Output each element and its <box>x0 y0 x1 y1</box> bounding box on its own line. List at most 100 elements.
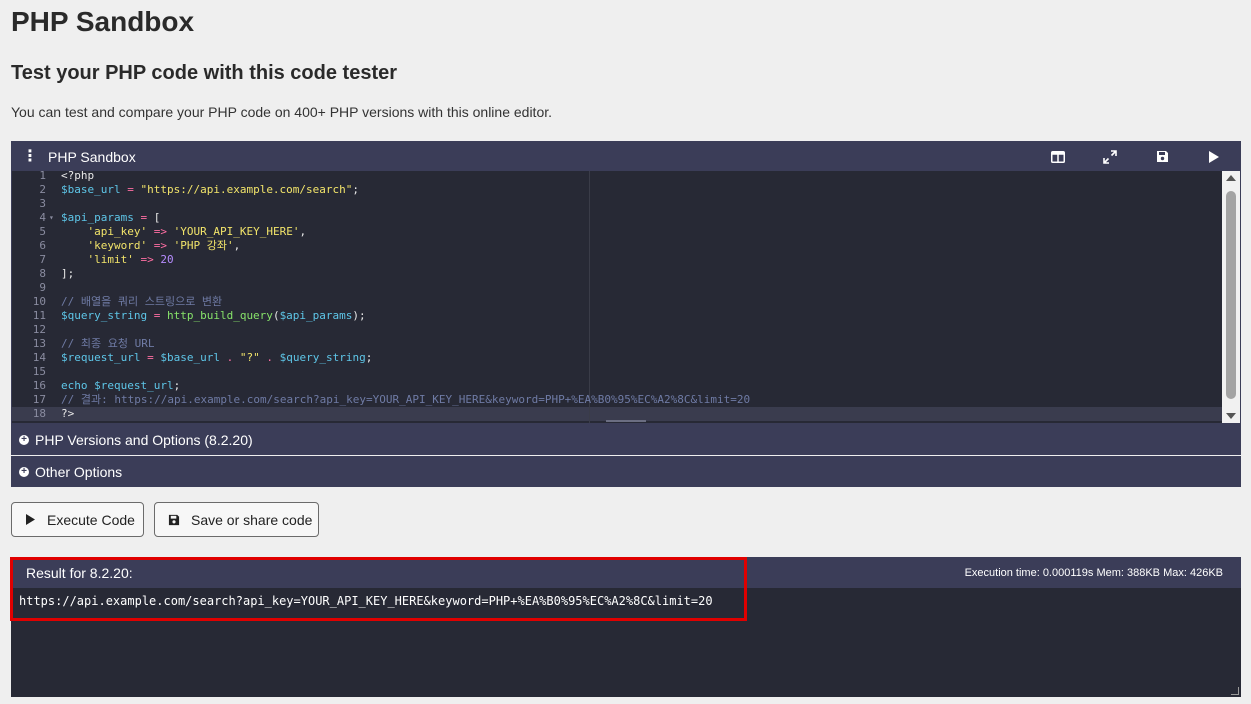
code-token: = <box>140 351 161 364</box>
intro-text: You can test and compare your PHP code o… <box>11 104 553 120</box>
line-number: 12 <box>32 323 46 336</box>
code-token: 'keyword' <box>87 239 148 252</box>
code-line: ]; <box>61 267 74 281</box>
code-line: // 결과: https://api.example.com/search?ap… <box>61 393 750 407</box>
line-number: 14 <box>32 351 46 364</box>
plus-circle-icon: + <box>19 466 29 477</box>
code-line: echo $request_url; <box>61 379 180 393</box>
code-token: => <box>147 239 174 252</box>
code-token: $base_url <box>61 183 121 196</box>
line-number: 11 <box>32 309 46 322</box>
code-token: ; <box>352 183 360 196</box>
code-token: 'YOUR_API_KEY_HERE' <box>173 225 300 238</box>
code-line: // 배열을 쿼리 스트링으로 변환 <box>61 295 222 309</box>
save-share-button[interactable]: Save or share code <box>154 502 319 537</box>
code-token: 'limit' <box>87 253 134 266</box>
code-line: 'api_key' => 'YOUR_API_KEY_HERE', <box>61 225 307 239</box>
code-token: ; <box>173 379 181 392</box>
line-number: 16 <box>32 379 46 392</box>
execute-code-button[interactable]: Execute Code <box>11 502 144 537</box>
code-token: echo <box>61 379 88 392</box>
editor-title: PHP Sandbox <box>48 148 136 165</box>
code-token: . <box>259 351 280 364</box>
execution-info: Execution time: 0.000119s Mem: 388KB Max… <box>964 566 1223 579</box>
editor-scrollbar[interactable] <box>1222 171 1240 423</box>
code-token: "?" <box>239 351 260 364</box>
code-token: // 최종 요청 URL <box>61 337 155 350</box>
execute-code-label: Execute Code <box>47 511 135 528</box>
code-token: => <box>147 225 174 238</box>
scroll-up-arrow-icon[interactable] <box>1226 175 1236 181</box>
line-number: 1 <box>39 171 46 182</box>
editor-resize-handle[interactable] <box>606 420 646 422</box>
code-token: => <box>133 253 161 266</box>
code-token: 20 <box>160 253 174 266</box>
code-token: ; <box>365 351 373 364</box>
run-icon[interactable] <box>1188 142 1240 171</box>
fullscreen-icon[interactable] <box>1084 142 1136 171</box>
result-header: Result for 8.2.20: Execution time: 0.000… <box>11 557 1241 588</box>
code-token: $request_url <box>61 351 141 364</box>
code-line: ?> <box>61 407 74 421</box>
code-line: // 최종 요청 URL <box>61 337 154 351</box>
code-token: = <box>147 309 167 322</box>
scrollbar-thumb[interactable] <box>1226 191 1236 399</box>
code-token: 'api_key' <box>87 225 148 238</box>
code-token: . <box>219 351 240 364</box>
line-number: 4 <box>39 211 46 224</box>
kebab-menu-icon[interactable]: ⋮ <box>12 142 48 171</box>
split-view-icon[interactable] <box>1032 142 1084 171</box>
line-number: 2 <box>39 183 46 196</box>
print-margin <box>589 171 590 423</box>
line-number: 13 <box>32 337 46 350</box>
code-token: // 결과: https://api.example.com/search?ap… <box>61 393 751 406</box>
code-token: [ <box>153 211 161 224</box>
line-number: 8 <box>39 267 46 280</box>
other-options-label: Other Options <box>35 463 123 480</box>
php-versions-label: PHP Versions and Options (8.2.20) <box>35 431 253 448</box>
result-output-area[interactable]: https://api.example.com/search?api_key=Y… <box>11 588 1241 697</box>
fold-arrow-icon[interactable]: ▾ <box>49 211 54 225</box>
page-subtitle: Test your PHP code with this code tester <box>11 62 398 84</box>
code-token: ( <box>272 309 280 322</box>
code-line: 'keyword' => 'PHP 강좌', <box>61 239 241 253</box>
page-title: PHP Sandbox <box>11 6 195 37</box>
code-editor[interactable]: 1 2 3 4 5 6 7 8 9 10 11 12 13 14 15 16 17 18 ▾ <?php $base_u… <box>12 171 1240 423</box>
active-line-highlight <box>12 407 1222 421</box>
code-token: "https://api.example.com/search" <box>140 183 353 196</box>
result-output: https://api.example.com/search?api_key=Y… <box>19 594 713 608</box>
line-number: 15 <box>32 365 46 378</box>
code-token: // 배열을 쿼리 스트링으로 변환 <box>61 295 223 308</box>
other-options-toggle[interactable]: + Other Options <box>11 456 1241 487</box>
result-title: Result for 8.2.20: <box>26 564 133 581</box>
line-number: 6 <box>39 239 46 252</box>
resize-handle-icon[interactable] <box>1231 687 1239 695</box>
code-line: $base_url = "https://api.example.com/sea… <box>61 183 359 197</box>
code-line: $api_params = [ <box>61 211 160 225</box>
save-share-label: Save or share code <box>191 511 313 528</box>
play-icon <box>25 513 36 526</box>
plus-circle-icon: + <box>19 434 29 445</box>
code-token: = <box>133 211 154 224</box>
code-token: , <box>299 225 307 238</box>
code-line: $query_string = http_build_query($api_pa… <box>61 309 366 323</box>
line-number: 3 <box>39 197 46 210</box>
code-token: $base_url <box>160 351 220 364</box>
code-token: ?> <box>61 407 75 420</box>
php-versions-options-toggle[interactable]: + PHP Versions and Options (8.2.20) <box>11 424 1241 455</box>
scroll-down-arrow-icon[interactable] <box>1226 413 1236 419</box>
code-token: = <box>120 183 141 196</box>
code-token: , <box>233 239 241 252</box>
save-icon <box>168 514 180 526</box>
editor-header: ⋮ PHP Sandbox <box>12 142 1240 171</box>
code-line: $request_url = $base_url . "?" . $query_… <box>61 351 372 365</box>
code-token: http_build_query <box>166 309 273 322</box>
code-token: ); <box>352 309 366 322</box>
code-token: 'PHP 강좌' <box>173 239 234 252</box>
save-icon[interactable] <box>1136 142 1188 171</box>
code-token: $api_params <box>279 309 353 322</box>
code-token: $api_params <box>61 211 134 224</box>
